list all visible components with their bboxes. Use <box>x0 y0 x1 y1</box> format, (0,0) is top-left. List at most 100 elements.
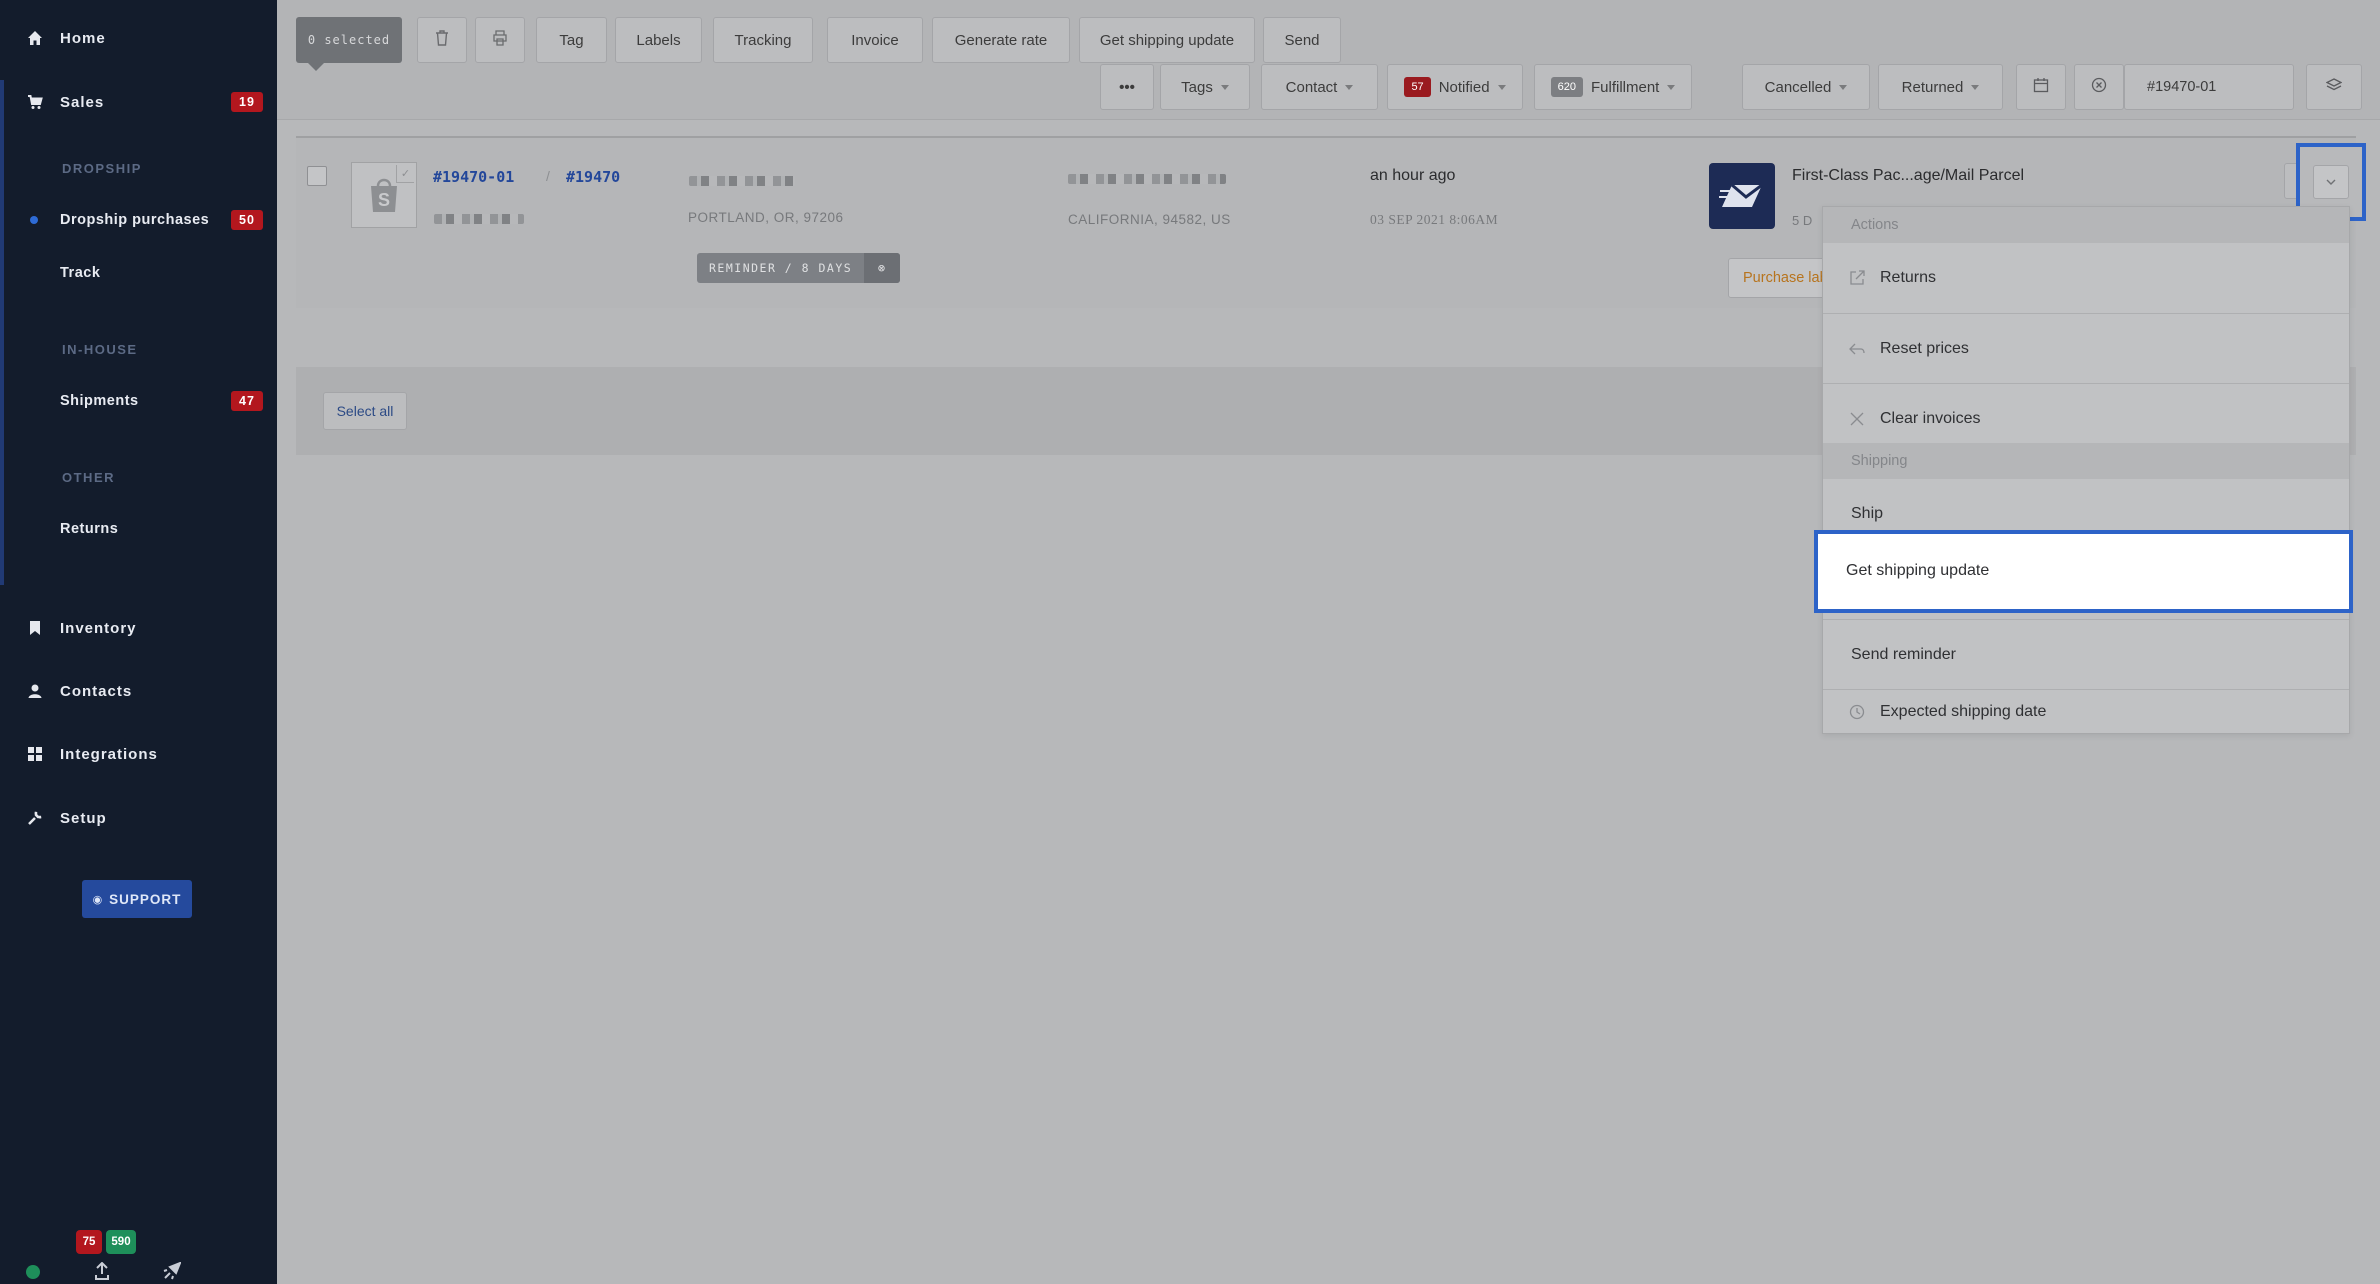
delete-button[interactable] <box>417 17 467 63</box>
dropdown-header-shipping: Shipping <box>1823 443 2349 479</box>
menu-item-label: Send reminder <box>1851 645 1956 663</box>
redacted-recipient-name <box>1068 174 1226 184</box>
chevron-down-icon <box>1839 84 1848 90</box>
chevron-down-icon <box>1497 84 1506 90</box>
sidebar-item-label: Track <box>60 265 101 281</box>
order-id-link[interactable]: #19470-01 <box>433 168 514 186</box>
notifications-badge[interactable]: 75 <box>76 1230 102 1254</box>
sidebar-item-dropship-purchases[interactable]: Dropship purchases 50 <box>0 200 277 240</box>
selected-count-indicator: 0 selected <box>296 17 402 71</box>
contact-filter[interactable]: Contact <box>1261 64 1378 110</box>
redacted-customer-name <box>434 214 524 224</box>
chevron-down-icon <box>1220 84 1229 90</box>
chevron-down-icon <box>1971 84 1980 90</box>
row-checkbox[interactable] <box>307 166 327 186</box>
sidebar-section-other: OTHER <box>62 470 115 485</box>
menu-item-label: Reset prices <box>1880 339 1969 357</box>
layers-button[interactable] <box>2306 64 2362 110</box>
sidebar-item-label: Setup <box>60 809 107 827</box>
menu-item-send-reminder[interactable]: Send reminder <box>1823 619 2349 689</box>
svg-text:S: S <box>378 190 390 210</box>
parent-order-link[interactable]: #19470 <box>566 168 620 186</box>
fulfillment-filter[interactable]: 620 Fulfillment <box>1534 64 1692 110</box>
sidebar-item-returns[interactable]: Returns <box>0 509 277 549</box>
tags-filter[interactable]: Tags <box>1160 64 1250 110</box>
actions-toggle-inner <box>2313 165 2349 199</box>
sidebar-item-integrations[interactable]: Integrations <box>0 734 277 774</box>
sidebar-section-inhouse: IN-HOUSE <box>62 342 138 357</box>
menu-item-reset-prices[interactable]: Reset prices <box>1823 313 2349 383</box>
notified-filter[interactable]: 57 Notified <box>1387 64 1523 110</box>
cancelled-filter-label: Cancelled <box>1764 78 1832 96</box>
sidebar-item-contacts[interactable]: Contacts <box>0 671 277 711</box>
returned-filter-label: Returned <box>1901 78 1964 96</box>
close-circle-icon[interactable]: ⊗ <box>864 253 901 283</box>
menu-item-label: Returns <box>1880 269 1937 286</box>
tags-filter-label: Tags <box>1181 78 1213 96</box>
sidebar-item-track[interactable]: Track <box>0 253 277 293</box>
undo-icon <box>1848 340 1866 358</box>
purchase-label-button[interactable]: Purchase lab <box>1728 258 1826 298</box>
active-indicator-dot <box>30 216 38 224</box>
menu-item-returns[interactable]: Returns <box>1823 243 2349 313</box>
sidebar-item-label: Contacts <box>60 682 133 700</box>
menu-item-label: Ship <box>1851 505 1884 522</box>
fulfillment-count-badge: 620 <box>1550 77 1583 97</box>
external-link-icon <box>1848 269 1866 287</box>
purchase-label-text: Purchase lab <box>1743 270 1826 286</box>
sidebar-item-label: Integrations <box>60 745 158 763</box>
select-all-button[interactable]: Select all <box>323 392 407 430</box>
redacted-sender-name <box>689 176 795 186</box>
menu-item-get-shipping-update[interactable]: Get shipping update <box>1814 530 2353 613</box>
shopify-logo: S ✓ <box>351 162 417 228</box>
cancelled-filter[interactable]: Cancelled <box>1742 64 1870 110</box>
upload-icon[interactable] <box>94 1261 110 1284</box>
support-label: SUPPORT <box>109 891 182 907</box>
get-shipping-update-button[interactable]: Get shipping update <box>1079 17 1255 63</box>
returned-filter[interactable]: Returned <box>1878 64 2003 110</box>
menu-item-label: Expected shipping date <box>1880 702 2047 720</box>
chevron-down-icon <box>2326 179 2336 185</box>
menu-item-expected-shipping-date[interactable]: Expected shipping date <box>1823 689 2349 733</box>
notified-filter-label: Notified <box>1438 78 1490 96</box>
calendar-icon <box>2033 77 2049 97</box>
date-filter-button[interactable] <box>2016 64 2066 110</box>
trash-icon <box>435 30 449 50</box>
sidebar-item-shipments[interactable]: Shipments 47 <box>0 381 277 421</box>
sidebar-item-label: Returns <box>60 521 119 537</box>
tag-button[interactable]: Tag <box>536 17 607 63</box>
invoice-button[interactable]: Invoice <box>827 17 923 63</box>
check-icon: ✓ <box>396 165 414 183</box>
order-search-input[interactable] <box>2124 64 2294 110</box>
sidebar-item-label: Dropship purchases <box>60 212 210 228</box>
dropship-count-badge: 50 <box>231 210 263 230</box>
sidebar-item-sales[interactable]: Sales 19 <box>0 82 277 122</box>
order-time-ago: an hour ago <box>1370 167 1456 184</box>
actions-dropdown-menu: Actions Returns Reset prices Clear invoi… <box>1822 206 2350 734</box>
shipping-service-eta: 5 D <box>1792 213 1813 228</box>
toolbar: 0 selected Tag Labels Tracking Invoice G… <box>277 0 2380 120</box>
clear-search-button[interactable] <box>2074 64 2124 110</box>
messages-badge[interactable]: 590 <box>106 1230 136 1254</box>
order-date: 03 SEP 2021 8:06AM <box>1370 212 1499 227</box>
contact-filter-label: Contact <box>1285 78 1338 96</box>
sidebar-item-label: Inventory <box>60 619 137 637</box>
support-button[interactable]: ◉ SUPPORT <box>82 880 192 918</box>
clock-icon <box>1848 703 1866 721</box>
reminder-badge[interactable]: REMINDER / 8 DAYS ⊗ <box>697 253 901 283</box>
close-circle-icon <box>2091 77 2107 97</box>
tracking-button[interactable]: Tracking <box>713 17 813 63</box>
cart-icon <box>26 93 44 111</box>
sidebar: Home Sales 19 DROPSHIP Dropship purchase… <box>0 0 277 1284</box>
rocket-icon[interactable] <box>163 1261 182 1284</box>
menu-item-label: Get shipping update <box>1846 562 1990 579</box>
send-button[interactable]: Send <box>1263 17 1341 63</box>
sidebar-item-inventory[interactable]: Inventory <box>0 608 277 648</box>
more-options-button[interactable]: ••• <box>1100 64 1154 110</box>
printer-icon <box>492 30 508 50</box>
sidebar-item-setup[interactable]: Setup <box>0 798 277 838</box>
print-button[interactable] <box>475 17 525 63</box>
labels-button[interactable]: Labels <box>615 17 702 63</box>
sidebar-item-home[interactable]: Home <box>0 18 277 58</box>
generate-rate-button[interactable]: Generate rate <box>932 17 1070 63</box>
